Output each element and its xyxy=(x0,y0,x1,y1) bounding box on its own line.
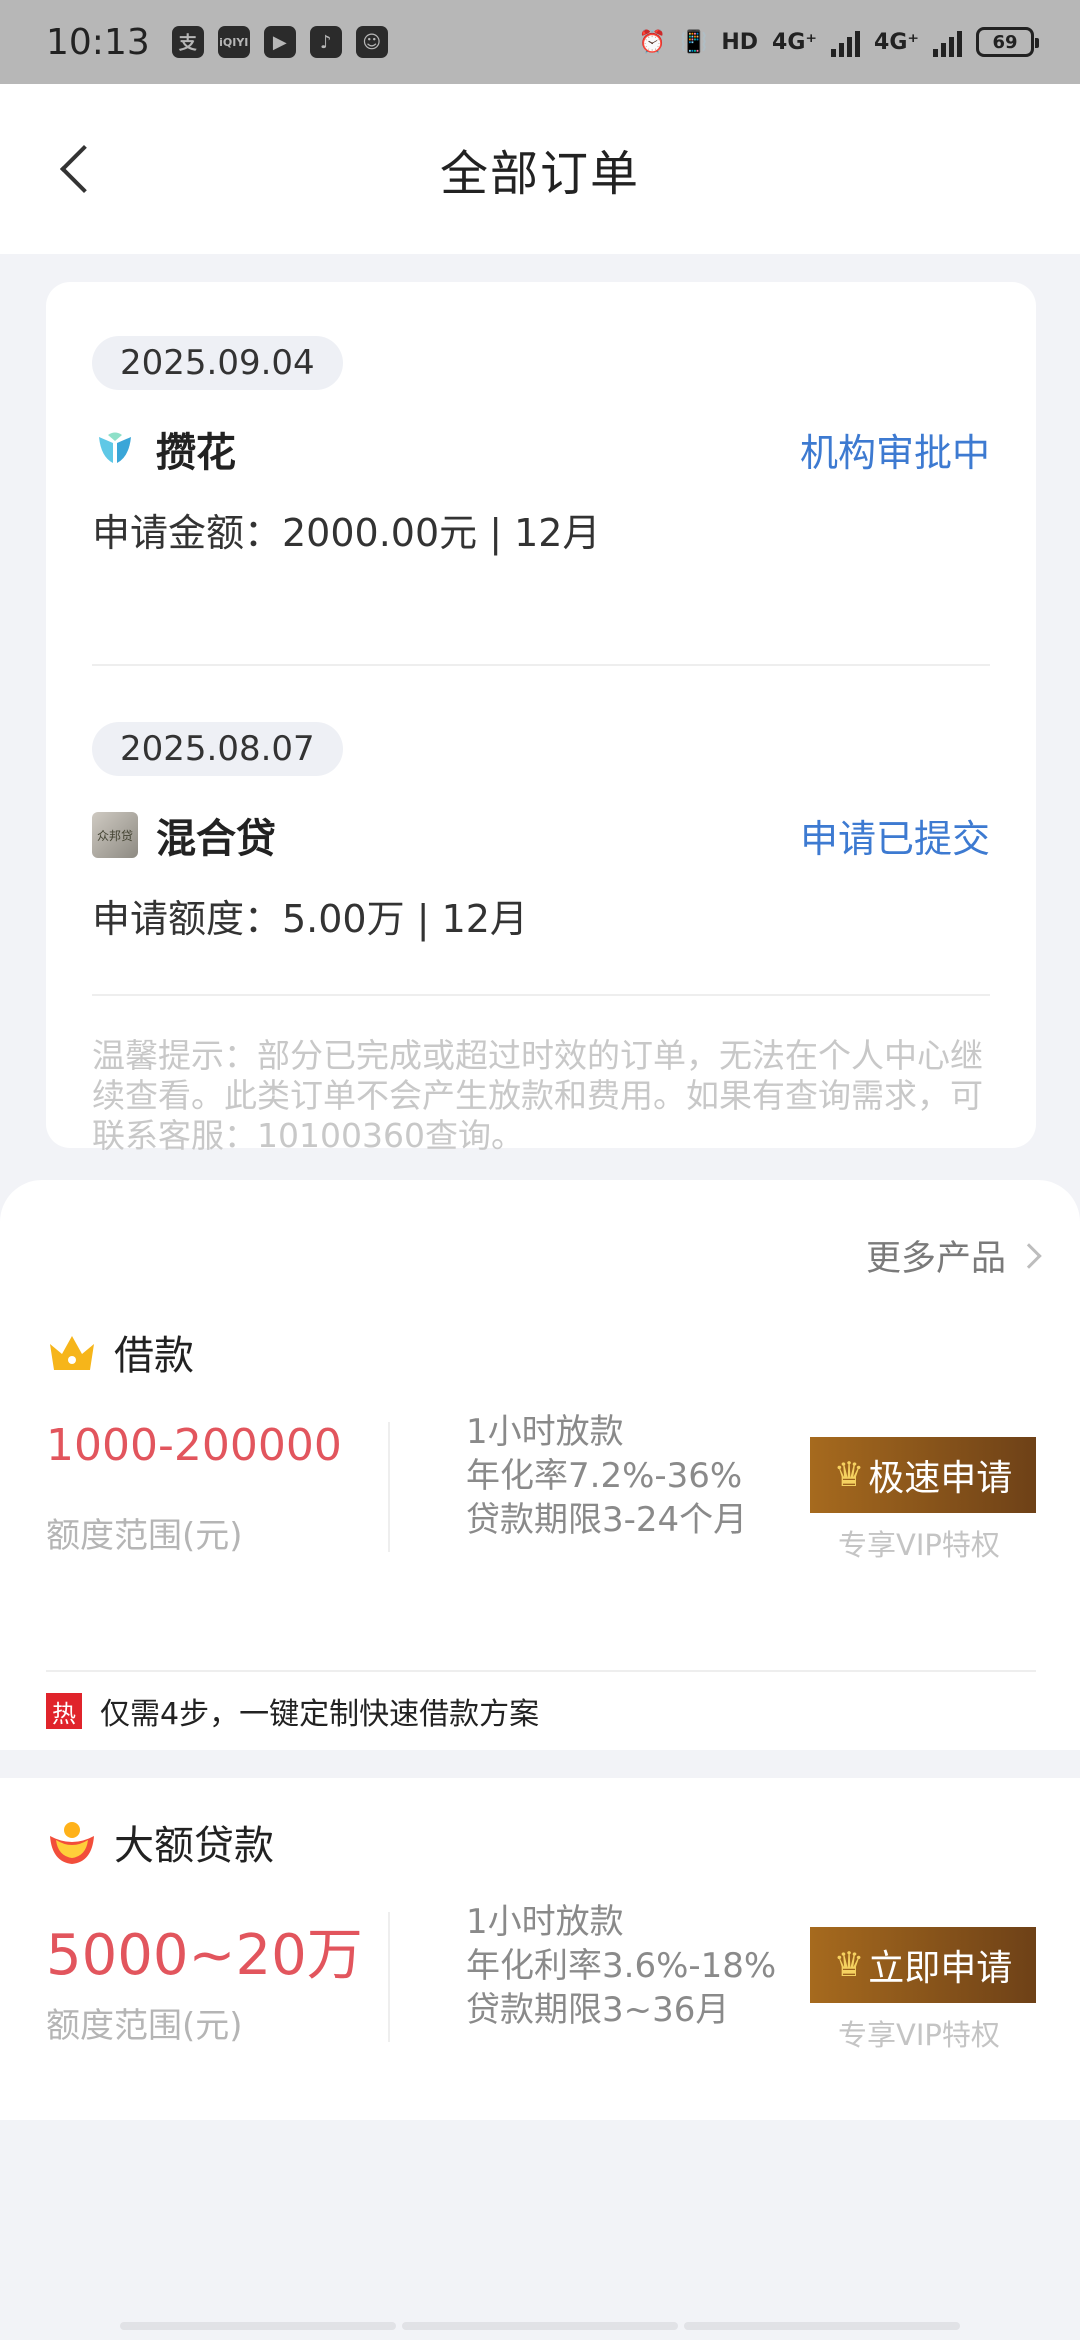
product-large-loan: 大额贷款 5000~20万 额度范围(元) 1小时放款 年化利率3.6%-18%… xyxy=(46,1812,1036,2092)
more-products-label: 更多产品 xyxy=(865,1239,1006,1279)
product-features: 1小时放款 年化利率3.6%-18% 贷款期限3~36月 xyxy=(466,1900,776,2032)
amount-range: 5000~20万 xyxy=(46,1923,363,1988)
vibrate-icon: 📳 xyxy=(679,29,708,55)
order-item[interactable]: 2025.08.07 众邦贷 混合贷 申请已提交 申请额度：5.00万 | 12… xyxy=(92,666,990,996)
page-header: 全部订单 xyxy=(0,84,1080,254)
order-item[interactable]: 2025.09.04 攒花 机构审批中 申请金额：2000.00元 | 12月 xyxy=(92,336,990,666)
order-product-row: 众邦贷 混合贷 申请已提交 xyxy=(92,800,990,870)
divider xyxy=(388,1422,390,1552)
alipay-icon: 支 xyxy=(171,26,204,58)
hot-badge: 热 xyxy=(46,1693,82,1729)
vip-label: 专享VIP特权 xyxy=(838,1528,1000,1562)
status-indicators: ⏰ 📳 HD 4G⁺ 4G⁺ 69 xyxy=(638,27,1039,57)
order-amount: 申请额度：5.00万 | 12月 xyxy=(92,897,528,941)
product-loan: 借款 1000-200000 额度范围(元) 1小时放款 年化率7.2%-36%… xyxy=(46,1322,1036,1592)
tips-text: 温馨提示：部分已完成或超过时效的订单，无法在个人中心继续查看。此类订单不会产生放… xyxy=(92,1036,983,1155)
wechat-icon: ☺ xyxy=(355,26,388,58)
feature-line: 贷款期限3-24个月 xyxy=(466,1500,748,1540)
fast-apply-button[interactable]: ♛ 极速申请 xyxy=(810,1437,1036,1513)
hd-icon: HD xyxy=(721,29,759,55)
battery-icon: 69 xyxy=(976,27,1039,57)
divider xyxy=(388,1912,390,2042)
order-date: 2025.09.04 xyxy=(92,336,343,390)
product-name: 大额贷款 xyxy=(114,1823,274,1869)
order-date: 2025.08.07 xyxy=(92,722,343,776)
feature-line: 年化利率3.6%-18% xyxy=(466,1946,777,1986)
vip-label: 专享VIP特权 xyxy=(838,2018,1000,2052)
status-time: 10:13 xyxy=(46,21,150,63)
amount-range-label: 额度范围(元) xyxy=(46,2006,243,2046)
signal-icon xyxy=(831,27,861,57)
more-products-link[interactable]: 更多产品 xyxy=(865,1230,1042,1281)
back-button[interactable] xyxy=(52,139,102,199)
feature-line: 年化率7.2%-36% xyxy=(466,1456,743,1496)
network-4g-label-2: 4G⁺ xyxy=(874,29,919,55)
feature-line: 1小时放款 xyxy=(466,1902,624,1942)
product-name: 借款 xyxy=(114,1333,194,1379)
bottom-tab-hints xyxy=(120,2322,960,2330)
page: 10:13 支 iQIYI ▶ ♪ ☺ ⏰ 📳 HD 4G⁺ 4G⁺ 69 全部… xyxy=(0,0,1080,2340)
product-title-row: 大额贷款 xyxy=(46,1812,1036,1872)
apply-now-button[interactable]: ♛ 立即申请 xyxy=(810,1927,1036,2003)
order-product-name: 混合贷 xyxy=(156,816,276,862)
network-4g-label: 4G⁺ xyxy=(772,29,818,55)
crown-icon: ♛ xyxy=(833,1455,865,1495)
order-amount: 申请金额：2000.00元 | 12月 xyxy=(92,511,601,555)
chevron-right-icon xyxy=(1016,1242,1042,1269)
product-thumbnail-icon: 众邦贷 xyxy=(92,812,138,858)
amount-range: 1000-200000 xyxy=(46,1420,342,1471)
tiktok-icon: ♪ xyxy=(309,26,342,58)
product-features: 1小时放款 年化率7.2%-36% 贷款期限3-24个月 xyxy=(466,1410,747,1542)
apply-button-label: 立即申请 xyxy=(868,1948,1013,1989)
feature-line: 1小时放款 xyxy=(466,1412,624,1452)
products-panel: 更多产品 借款 1000-200000 额度范围(元) 1小时放款 年化率7.2… xyxy=(0,1180,1080,1750)
order-product-row: 攒花 机构审批中 xyxy=(92,414,990,484)
hot-promo-text: 仅需4步，一键定制快速借款方案 xyxy=(100,1697,540,1732)
product-title-row: 借款 xyxy=(46,1322,1036,1382)
apply-button-label: 极速申请 xyxy=(868,1458,1013,1499)
page-title: 全部订单 xyxy=(439,146,640,202)
large-loan-panel: 大额贷款 5000~20万 额度范围(元) 1小时放款 年化利率3.6%-18%… xyxy=(0,1778,1080,2120)
order-product-name: 攒花 xyxy=(156,430,236,476)
orders-card: 2025.09.04 攒花 机构审批中 申请金额：2000.00元 | 12月 … xyxy=(46,282,1036,1155)
iqiyi-icon: iQIYI xyxy=(217,26,250,58)
crown-icon: ♛ xyxy=(833,1945,865,1985)
leaf-logo-icon xyxy=(92,426,138,472)
status-app-icons: 支 iQIYI ▶ ♪ ☺ xyxy=(171,26,388,58)
video-play-icon: ▶ xyxy=(263,26,296,58)
signal-icon-2 xyxy=(933,27,962,57)
gold-ingot-icon xyxy=(50,1822,94,1864)
battery-level: 69 xyxy=(992,31,1018,53)
feature-line: 贷款期限3~36月 xyxy=(466,1990,730,2030)
crown-icon xyxy=(50,1336,94,1370)
alarm-icon: ⏰ xyxy=(638,29,666,55)
order-status: 机构审批中 xyxy=(799,430,990,475)
order-status: 申请已提交 xyxy=(799,816,990,861)
amount-range-label: 额度范围(元) xyxy=(46,1516,243,1556)
status-bar: 10:13 支 iQIYI ▶ ♪ ☺ ⏰ 📳 HD 4G⁺ 4G⁺ 69 xyxy=(0,0,1080,84)
hot-promo-row[interactable]: 热 仅需4步，一键定制快速借款方案 xyxy=(46,1670,1036,1750)
